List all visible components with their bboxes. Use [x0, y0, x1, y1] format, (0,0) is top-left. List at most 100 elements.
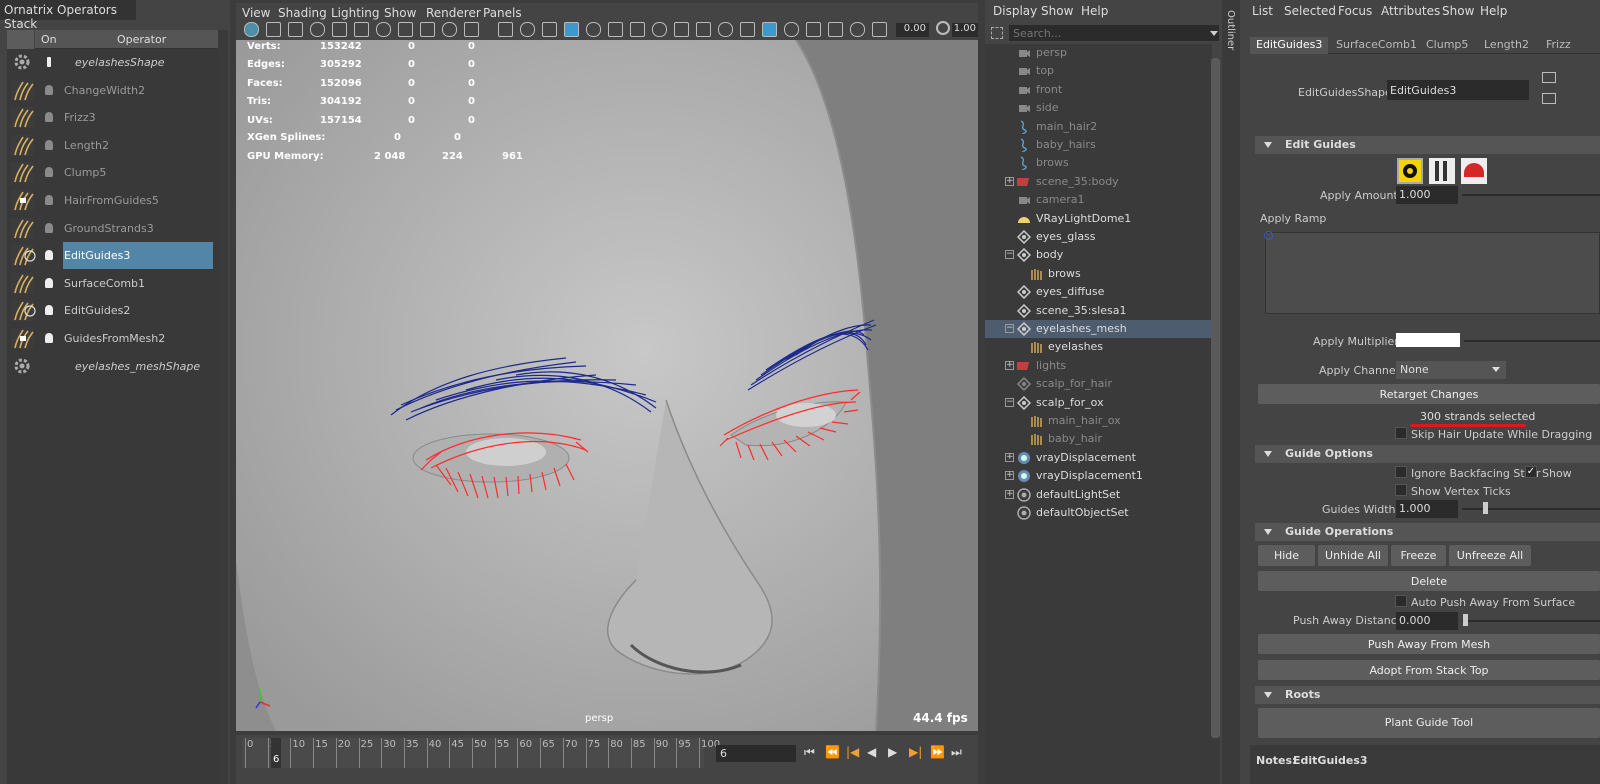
auto-push-checkbox[interactable] [1395, 595, 1407, 607]
tab-clump5[interactable]: Clump5 [1420, 37, 1474, 54]
select-mode-icon[interactable] [1397, 158, 1423, 184]
expand-icon[interactable]: + [1005, 489, 1014, 499]
guides-width-field[interactable]: 1.000 [1396, 500, 1458, 518]
ao-icon[interactable] [630, 22, 645, 37]
outliner-row-eyelashes[interactable]: eyelashes [985, 338, 1212, 356]
safe-action-icon[interactable] [442, 22, 457, 37]
enable-bulb-icon[interactable] [45, 250, 53, 260]
guides-width-slider-handle[interactable] [1483, 502, 1488, 514]
outliner-row-scene-35-slesa1[interactable]: scene_35:slesa1 [985, 302, 1212, 320]
collapse-icon[interactable]: − [1005, 397, 1014, 407]
outliner-row-eyes-glass[interactable]: eyes_glass [985, 228, 1212, 246]
show-checkbox[interactable]: ✓ [1525, 466, 1537, 478]
ae-menu-selected[interactable]: Selected [1284, 4, 1336, 18]
current-frame-field[interactable]: 6 [716, 745, 796, 762]
operator-row-guidesfrommesh2[interactable]: GuidesFromMesh2 [7, 325, 218, 352]
camera-attr-icon[interactable] [266, 22, 281, 37]
enable-bulb-icon[interactable] [45, 167, 53, 177]
isolate-icon[interactable] [718, 22, 733, 37]
backface-icon[interactable] [784, 22, 799, 37]
push-away-slider-handle[interactable] [1463, 614, 1468, 626]
gamma-field[interactable]: 1.00 [952, 23, 978, 37]
ignore-backfacing-checkbox[interactable] [1395, 466, 1407, 478]
lock-camera-icon[interactable] [310, 22, 325, 37]
enable-bulb-icon[interactable] [45, 195, 53, 205]
tab-surfacecomb1[interactable]: SurfaceComb1 [1330, 37, 1423, 54]
outliner-row-vraydisplacement[interactable]: + vrayDisplacement [985, 449, 1212, 467]
resolution-gate-icon[interactable] [376, 22, 391, 37]
outliner-menu-show[interactable]: Show [1041, 4, 1073, 18]
ae-menu-show[interactable]: Show [1442, 4, 1474, 18]
outliner-row-body[interactable]: − body [985, 246, 1212, 264]
operator-row-eyelashesshape[interactable]: eyelashesShape [7, 49, 218, 76]
tab-length2[interactable]: Length2 [1478, 37, 1535, 54]
lock-icon[interactable] [47, 57, 51, 67]
push-away-distance-slider[interactable] [1462, 620, 1600, 622]
film-gate-icon[interactable] [354, 22, 369, 37]
textured-icon[interactable] [564, 22, 579, 37]
tab-editguides3[interactable]: EditGuides3 [1250, 37, 1329, 54]
menu-show[interactable]: Show [384, 6, 416, 20]
outliner-row-side[interactable]: side [985, 99, 1212, 117]
skip-update-checkbox[interactable] [1395, 427, 1407, 439]
apply-amount-field[interactable]: 1.000 [1396, 186, 1458, 204]
outliner-row-eyes-diffuse[interactable]: eyes_diffuse [985, 283, 1212, 301]
menu-panels[interactable]: Panels [483, 6, 522, 20]
outliner-row-eyelashes-mesh[interactable]: − eyelashes_mesh [985, 320, 1212, 338]
length-brush-icon[interactable] [1461, 158, 1487, 184]
motion-blur-icon[interactable] [652, 22, 667, 37]
unfreeze-all-button[interactable]: Unfreeze All [1449, 545, 1531, 566]
hud-icon[interactable] [806, 22, 821, 37]
current-frame-marker[interactable]: 6 [271, 738, 281, 768]
focus-icon[interactable] [1542, 72, 1556, 83]
plant-guide-tool-button[interactable]: Plant Guide Tool [1258, 708, 1600, 738]
field-chart-icon[interactable] [420, 22, 435, 37]
ae-menu-help[interactable]: Help [1480, 4, 1507, 18]
exposure-field[interactable]: 0.00 [896, 23, 929, 37]
unhide-all-button[interactable]: Unhide All [1318, 545, 1388, 566]
xray-joints-icon[interactable] [762, 22, 777, 37]
outliner-row-front[interactable]: front [985, 81, 1212, 99]
hide-button[interactable]: Hide [1258, 545, 1315, 566]
enable-bulb-icon[interactable] [45, 140, 53, 150]
enable-bulb-icon[interactable] [45, 223, 53, 233]
enable-bulb-icon[interactable] [45, 305, 53, 315]
frame-sel-icon[interactable] [850, 22, 865, 37]
operator-row-eyelashes_meshshape[interactable]: eyelashes_meshShape [7, 353, 218, 380]
dof-icon[interactable] [696, 22, 711, 37]
shape-name-field[interactable]: EditGuides3 [1387, 80, 1529, 100]
outliner-scrollbar-thumb[interactable] [1211, 58, 1220, 738]
operator-row-changewidth2[interactable]: ChangeWidth2 [7, 77, 218, 104]
outliner-row-baby-hair[interactable]: baby_hair [985, 430, 1212, 448]
expand-icon[interactable]: + [1005, 471, 1014, 481]
play-forward-icon[interactable]: ▶ [888, 745, 897, 759]
go-to-end-icon[interactable]: ⏭ [951, 745, 962, 760]
comb-brush-icon[interactable] [1429, 158, 1455, 184]
push-away-from-mesh-button[interactable]: Push Away From Mesh [1258, 634, 1600, 654]
retarget-changes-button[interactable]: Retarget Changes [1258, 384, 1600, 404]
ae-menu-attributes[interactable]: Attributes [1381, 4, 1440, 18]
menu-shading[interactable]: Shading [278, 6, 327, 20]
section-guide-options[interactable]: Guide Options [1255, 445, 1600, 463]
outliner-row-defaultlightset[interactable]: + defaultLightSet [985, 486, 1212, 504]
outliner-row-camera1[interactable]: camera1 [985, 191, 1212, 209]
outliner-side-tab[interactable]: Outliner [1225, 10, 1236, 50]
camera-icon[interactable] [332, 22, 347, 37]
gamma-icon[interactable] [936, 21, 950, 35]
section-guide-operations[interactable]: Guide Operations [1255, 523, 1600, 541]
freeze-button[interactable]: Freeze [1391, 545, 1446, 566]
aa-icon[interactable] [674, 22, 689, 37]
apply-multiplier-swatch[interactable] [1396, 333, 1460, 347]
chevron-down-icon[interactable] [1210, 31, 1218, 36]
outliner-search-input[interactable] [1009, 25, 1219, 41]
apply-multiplier-slider[interactable] [1464, 340, 1600, 342]
section-roots[interactable]: Roots [1255, 686, 1600, 704]
expand-icon[interactable]: + [1005, 452, 1014, 462]
step-back-key-icon[interactable]: ⏪ [825, 745, 840, 759]
color-mgmt-icon[interactable] [872, 22, 887, 37]
push-away-distance-field[interactable]: 0.000 [1396, 612, 1458, 630]
operators-scrollbar[interactable] [218, 30, 228, 784]
outliner-row-lights[interactable]: + lights [985, 357, 1212, 375]
delete-button[interactable]: Delete [1258, 571, 1600, 591]
go-to-start-icon[interactable]: ⏮ [804, 745, 815, 760]
